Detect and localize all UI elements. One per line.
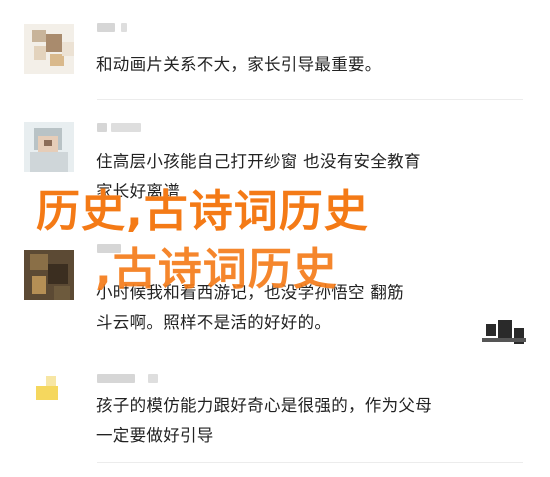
avatar[interactable]: [24, 366, 74, 416]
comment-text: 和动画片关系不大，家长引导最重要。: [96, 55, 382, 74]
watermark-text: 历史,古诗词历史: [36, 186, 369, 237]
username[interactable]: [97, 374, 135, 383]
avatar[interactable]: [24, 24, 74, 74]
watermark-text: ,古诗词历史: [95, 244, 338, 295]
comment-item: 孩子的模仿能力跟好奇心是很强的，作为父母 一定要做好引导: [0, 360, 550, 477]
divider: [97, 462, 523, 463]
timestamp: [121, 23, 127, 32]
comment-item: 和动画片关系不大，家长引导最重要。: [0, 0, 550, 100]
username[interactable]: [97, 23, 115, 32]
timestamp: [148, 374, 158, 383]
sticker-icon: [480, 318, 526, 348]
timestamp: [111, 123, 141, 132]
comment-text: 孩子的模仿能力跟好奇心是很强的，作为父母 一定要做好引导: [96, 396, 432, 445]
avatar[interactable]: [24, 250, 74, 300]
avatar[interactable]: [24, 122, 74, 172]
username[interactable]: [97, 123, 107, 132]
